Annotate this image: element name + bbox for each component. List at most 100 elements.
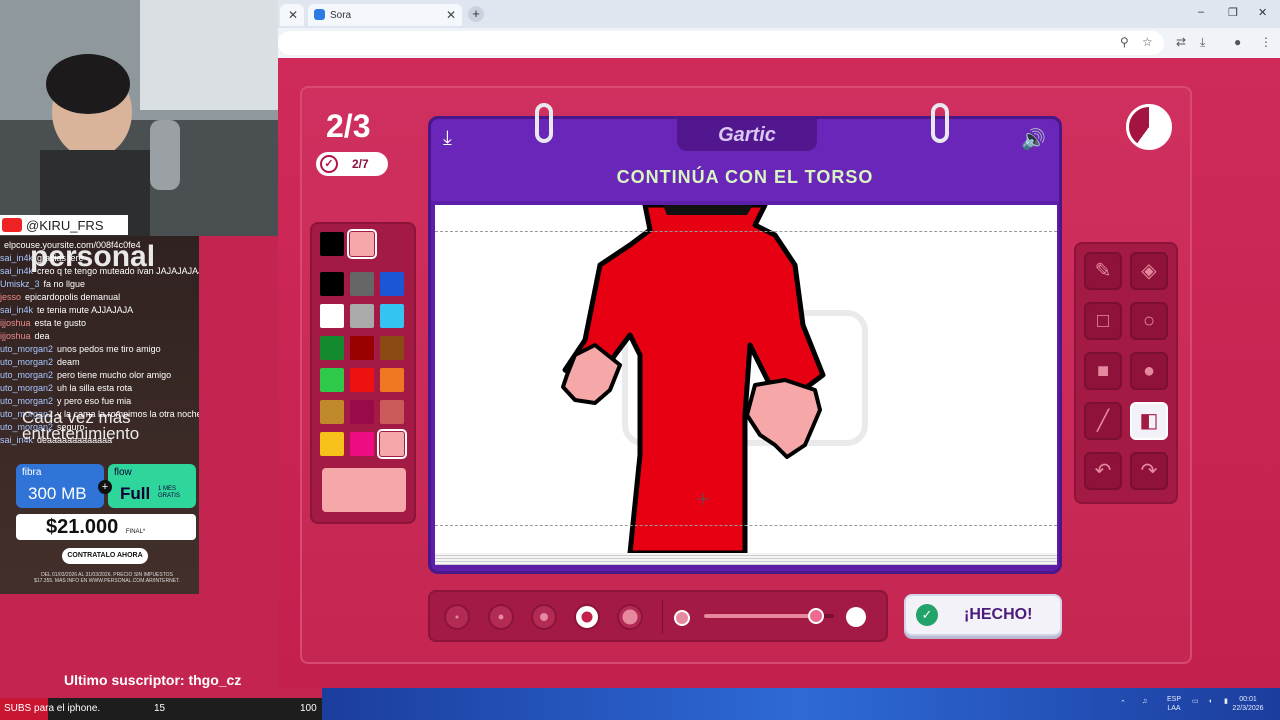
check-icon: ✓: [320, 155, 338, 173]
ad-flow: flow Full 1 MES GRATIS: [108, 464, 196, 508]
brush-size-1[interactable]: [444, 604, 470, 630]
close-window-icon[interactable]: ✕: [1258, 6, 1267, 19]
ad-price-note: FINAL*: [125, 529, 146, 535]
tray-chevron-icon[interactable]: ⌃: [1120, 699, 1126, 708]
opacity-min-icon: [674, 610, 690, 626]
chat-username: Umiskz_3: [0, 279, 40, 289]
brush-size-3[interactable]: [531, 604, 557, 630]
profile-avatar-icon[interactable]: ●: [1234, 35, 1241, 49]
color-swatch[interactable]: [350, 368, 374, 392]
chat-text: esta te gusto: [34, 318, 87, 328]
clock[interactable]: 00:01 22/3/2026: [1226, 695, 1270, 713]
network-icon[interactable]: ▭: [1192, 697, 1199, 706]
ad-price: $21.000 FINAL*: [16, 514, 196, 540]
color-swatch[interactable]: [320, 400, 344, 424]
subs-goal-current: 15: [154, 703, 166, 714]
mic-icon[interactable]: ♫: [1142, 697, 1147, 706]
chat-message: uto_morgan2 uh la silla esta rota: [0, 383, 132, 393]
color-swatch[interactable]: [377, 429, 407, 459]
close-tab-icon[interactable]: ✕: [288, 8, 298, 22]
flow-note: 1 MES GRATIS: [158, 486, 180, 499]
fill-bucket-icon[interactable]: ◧: [1130, 402, 1168, 440]
region-code: LAA: [1167, 705, 1181, 712]
redo-icon[interactable]: ↷: [1130, 452, 1168, 490]
chat-message: uto_morgan2 y pero eso fue mia: [0, 396, 131, 406]
color-swatch[interactable]: [380, 304, 404, 328]
translate-icon[interactable]: ⇄: [1176, 35, 1186, 49]
opacity-slider-handle[interactable]: [807, 608, 824, 624]
current-color-primary[interactable]: [320, 232, 344, 256]
done-button[interactable]: ✓ ¡HECHO!: [904, 594, 1062, 636]
bookmark-star-icon[interactable]: ☆: [1142, 35, 1153, 49]
color-swatch[interactable]: [320, 304, 344, 328]
subs-goal-bar: SUBS para el iphone. 15 100: [0, 698, 322, 720]
color-swatch[interactable]: [350, 272, 374, 296]
address-bar[interactable]: [278, 31, 1164, 55]
color-swatch[interactable]: [320, 432, 344, 456]
rect-outline-icon[interactable]: □: [1084, 302, 1122, 340]
channel-badge: @KIRU_FRS: [0, 215, 128, 235]
color-swatch[interactable]: [350, 432, 374, 456]
eraser-icon[interactable]: ◈: [1130, 252, 1168, 290]
brush-size-2[interactable]: [488, 604, 514, 630]
book-page-edge: [435, 553, 1057, 565]
circle-outline-icon[interactable]: ○: [1130, 302, 1168, 340]
chat-text: dea: [34, 331, 50, 341]
brush-size-4[interactable]: [574, 604, 600, 630]
fibra-speed: 300 MB: [28, 484, 87, 503]
current-color-secondary[interactable]: [347, 229, 377, 259]
ad-cta: CONTRATALO AHORA: [62, 548, 148, 564]
color-swatch[interactable]: [380, 368, 404, 392]
flow-label: flow: [114, 467, 132, 478]
chat-username: ijjoshua: [0, 318, 31, 328]
guide-line-bottom: [435, 525, 1057, 526]
gartic-game: 2/3 ✓ 2/7 ⤓ Gartic 🔊 CONTINÚA CON EL TOR…: [278, 58, 1280, 688]
sound-icon[interactable]: 🔊: [1021, 127, 1046, 152]
color-swatch[interactable]: [350, 304, 374, 328]
browser-tab[interactable]: ✕: [280, 4, 304, 26]
brush-size-5[interactable]: [617, 604, 643, 630]
last-subscriber: Ultimo suscriptor: thgo_cz: [64, 672, 242, 688]
undo-icon[interactable]: ↶: [1084, 452, 1122, 490]
book-ring: [535, 103, 553, 143]
color-swatch[interactable]: [350, 400, 374, 424]
color-swatch[interactable]: [380, 272, 404, 296]
menu-kebab-icon[interactable]: ⋮: [1260, 35, 1272, 49]
download-icon[interactable]: ⤓: [1200, 35, 1205, 50]
color-swatch[interactable]: [380, 336, 404, 360]
clock-time: 00:01: [1239, 696, 1257, 703]
color-swatch[interactable]: [320, 368, 344, 392]
opacity-slider[interactable]: [704, 608, 834, 624]
color-swatch[interactable]: [320, 336, 344, 360]
volume-icon[interactable]: ◖: [1208, 697, 1212, 706]
download-drawing-icon[interactable]: ⤓: [443, 127, 452, 150]
players-done-badge: ✓ 2/7: [316, 152, 388, 176]
color-swatch[interactable]: [380, 400, 404, 424]
chat-text: pero tiene mucho olor amigo: [57, 370, 172, 380]
lang-code: ESP: [1166, 696, 1181, 703]
line-icon[interactable]: ╱: [1084, 402, 1122, 440]
flow-plan: Full: [120, 484, 151, 503]
round-counter: 2/3: [326, 108, 371, 144]
ad-plus: +: [98, 480, 112, 494]
tab-favicon-icon: [314, 9, 325, 20]
chat-username: sai_in4k: [0, 305, 34, 315]
ad-fibra: fibra 300 MB: [16, 464, 104, 508]
clock-date: 22/3/2026: [1232, 705, 1264, 712]
browser-tab-sora[interactable]: Sora ✕: [308, 4, 462, 26]
drawing-canvas[interactable]: [435, 205, 1057, 553]
close-tab-icon[interactable]: ✕: [446, 8, 456, 22]
color-swatch[interactable]: [320, 272, 344, 296]
keyboard-layout[interactable]: ESP LAA: [1164, 695, 1184, 713]
chat-message: uto_morgan2 pero tiene mucho olor amigo: [0, 370, 171, 380]
minimize-icon[interactable]: –: [1198, 6, 1204, 18]
chat-text: fa no llgue: [43, 279, 86, 289]
zoom-icon[interactable]: ⚲: [1120, 35, 1129, 49]
chat-username: sai_in4k: [0, 266, 34, 276]
pencil-icon[interactable]: ✎: [1084, 252, 1122, 290]
restore-icon[interactable]: ❐: [1228, 6, 1238, 19]
circle-fill-icon[interactable]: ●: [1130, 352, 1168, 390]
color-swatch[interactable]: [350, 336, 374, 360]
new-tab-button[interactable]: +: [468, 6, 484, 22]
rect-fill-icon[interactable]: ■: [1084, 352, 1122, 390]
